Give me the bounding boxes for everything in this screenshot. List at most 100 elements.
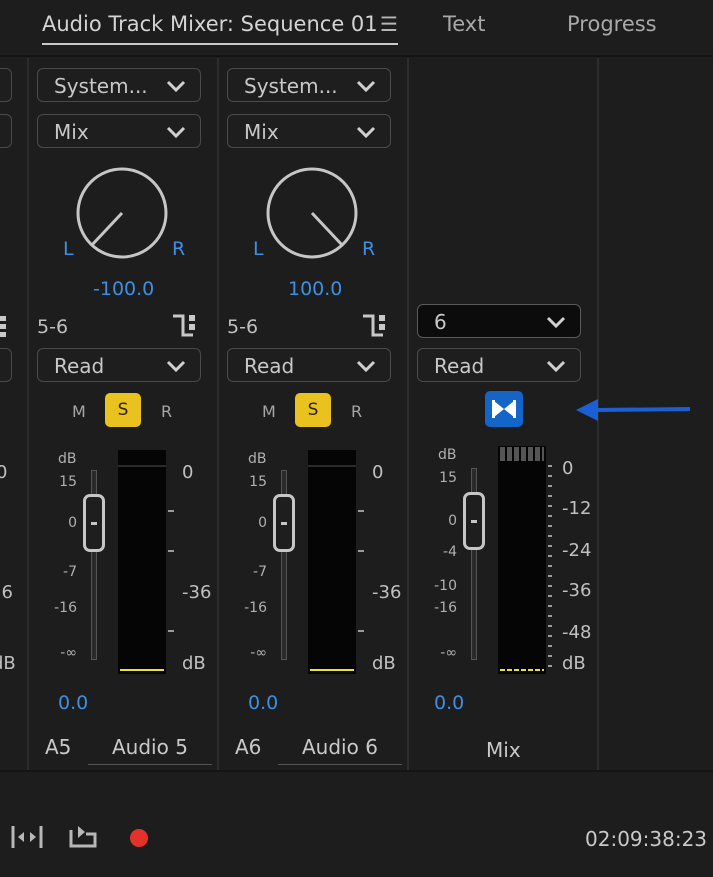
mode-dropdown[interactable]: Mix [227,114,391,148]
partial-mode-dropdown[interactable] [0,114,12,148]
output-dropdown[interactable]: System... [37,68,201,102]
volume-fader-handle[interactable] [83,494,105,552]
volume-value[interactable]: 0.0 [248,692,278,714]
mode-label: Mix [54,120,89,144]
panel-menu-icon[interactable]: ☰ [380,12,398,36]
fader-tick: 15 [249,474,267,490]
partial-meter-tick: 36 [0,582,13,603]
pan-knob[interactable] [75,166,169,260]
tab-divider [0,55,713,57]
chevron-down-icon [356,80,376,92]
automation-dropdown[interactable]: Read [417,348,581,382]
volume-value[interactable]: 0.0 [58,692,88,714]
meter-level-line [500,669,544,671]
track-name-underline [88,764,212,765]
meter-tick: 0 [562,458,574,479]
chevron-down-icon [166,126,186,138]
channel-count-dropdown[interactable]: 6 [417,304,581,338]
routing-label: 5-6 [37,316,69,338]
pan-value[interactable]: 100.0 [288,278,342,300]
automation-label: Read [434,354,485,378]
fader-tick: -7 [63,564,77,580]
active-tab-underline [42,43,398,45]
partial-meter-tick: dB [0,653,16,674]
track-name-field[interactable]: Audio 6 [302,735,378,759]
mute-button[interactable]: M [262,402,276,421]
pan-left-label: L [253,238,264,260]
fader-tick: 0 [258,515,267,531]
meter-tick: -24 [562,540,592,561]
mute-button[interactable]: M [72,402,86,421]
db-label: dB [438,447,457,463]
mode-label: Mix [244,120,279,144]
automation-label: Read [244,354,295,378]
fader-tick: -∞ [60,645,77,661]
volume-value[interactable]: 0.0 [434,692,464,714]
solo-button[interactable]: S [295,393,331,427]
meter-scale-dash [168,510,174,512]
record-icon[interactable] [130,829,148,847]
level-meter [118,450,166,674]
separator [217,58,219,770]
chevron-down-icon [356,126,376,138]
record-arm-button[interactable]: R [351,402,362,421]
routing-icon[interactable] [171,313,197,339]
meter-level-line [120,669,164,671]
automation-label: Read [54,354,105,378]
meter-scale-dash [168,550,174,552]
fader-tick: 15 [439,470,457,486]
partial-output-dropdown[interactable] [0,68,12,102]
fader-tick: -16 [434,600,457,616]
track-id: A5 [45,735,72,759]
fader-tick: 15 [59,474,77,490]
meter-divider [308,465,356,467]
meter-level-line [310,669,354,671]
separator [407,58,409,770]
mix-meter-scale [548,465,552,670]
meter-tick: dB [372,653,396,674]
pan-right-label: R [172,238,186,260]
meter-divider [118,465,166,467]
pan-right-label: R [362,238,376,260]
level-meter [498,446,546,674]
meter-tick: dB [562,653,586,674]
automation-dropdown[interactable]: Read [227,348,391,382]
mode-dropdown[interactable]: Mix [37,114,201,148]
meter-scale-dash [168,630,174,632]
pan-knob[interactable] [265,166,359,260]
meter-tick: -12 [562,498,592,519]
record-arm-button[interactable]: R [161,402,172,421]
meter-tick: -36 [562,580,592,601]
fader-tick: -7 [253,564,267,580]
fader-tick: -10 [434,578,457,594]
fader-tick: -16 [244,600,267,616]
automation-dropdown[interactable]: Read [37,348,201,382]
meter-tick: -36 [182,582,212,603]
tab-progress[interactable]: Progress [567,12,657,36]
routing-icon[interactable] [361,313,387,339]
fader-tick: 0 [448,513,457,529]
partial-automation-dropdown[interactable] [0,348,12,382]
meter-tick: 0 [182,462,194,483]
volume-fader-handle[interactable] [273,494,295,552]
loop-play-icon[interactable] [68,824,98,850]
output-label: System... [54,74,148,98]
solo-button[interactable]: S [105,393,141,427]
tab-audio-track-mixer[interactable]: Audio Track Mixer: Sequence 01 [42,12,378,36]
meter-tick: dB [182,653,206,674]
output-dropdown[interactable]: System... [227,68,391,102]
output-label: System... [244,74,338,98]
link-mix-button[interactable] [485,391,523,427]
pan-value[interactable]: -100.0 [93,278,154,300]
mix-label: Mix [486,738,521,762]
link-mix-icon [492,400,516,418]
expand-icon[interactable] [10,824,44,850]
track-name-field[interactable]: Audio 5 [112,735,188,759]
tab-text[interactable]: Text [443,12,485,36]
footer-divider [0,770,713,772]
meter-scale-dash [358,630,364,632]
volume-fader-handle[interactable] [463,492,485,550]
meter-scale-dash [358,510,364,512]
db-label: dB [58,451,77,467]
fader-tick: 0 [68,515,77,531]
